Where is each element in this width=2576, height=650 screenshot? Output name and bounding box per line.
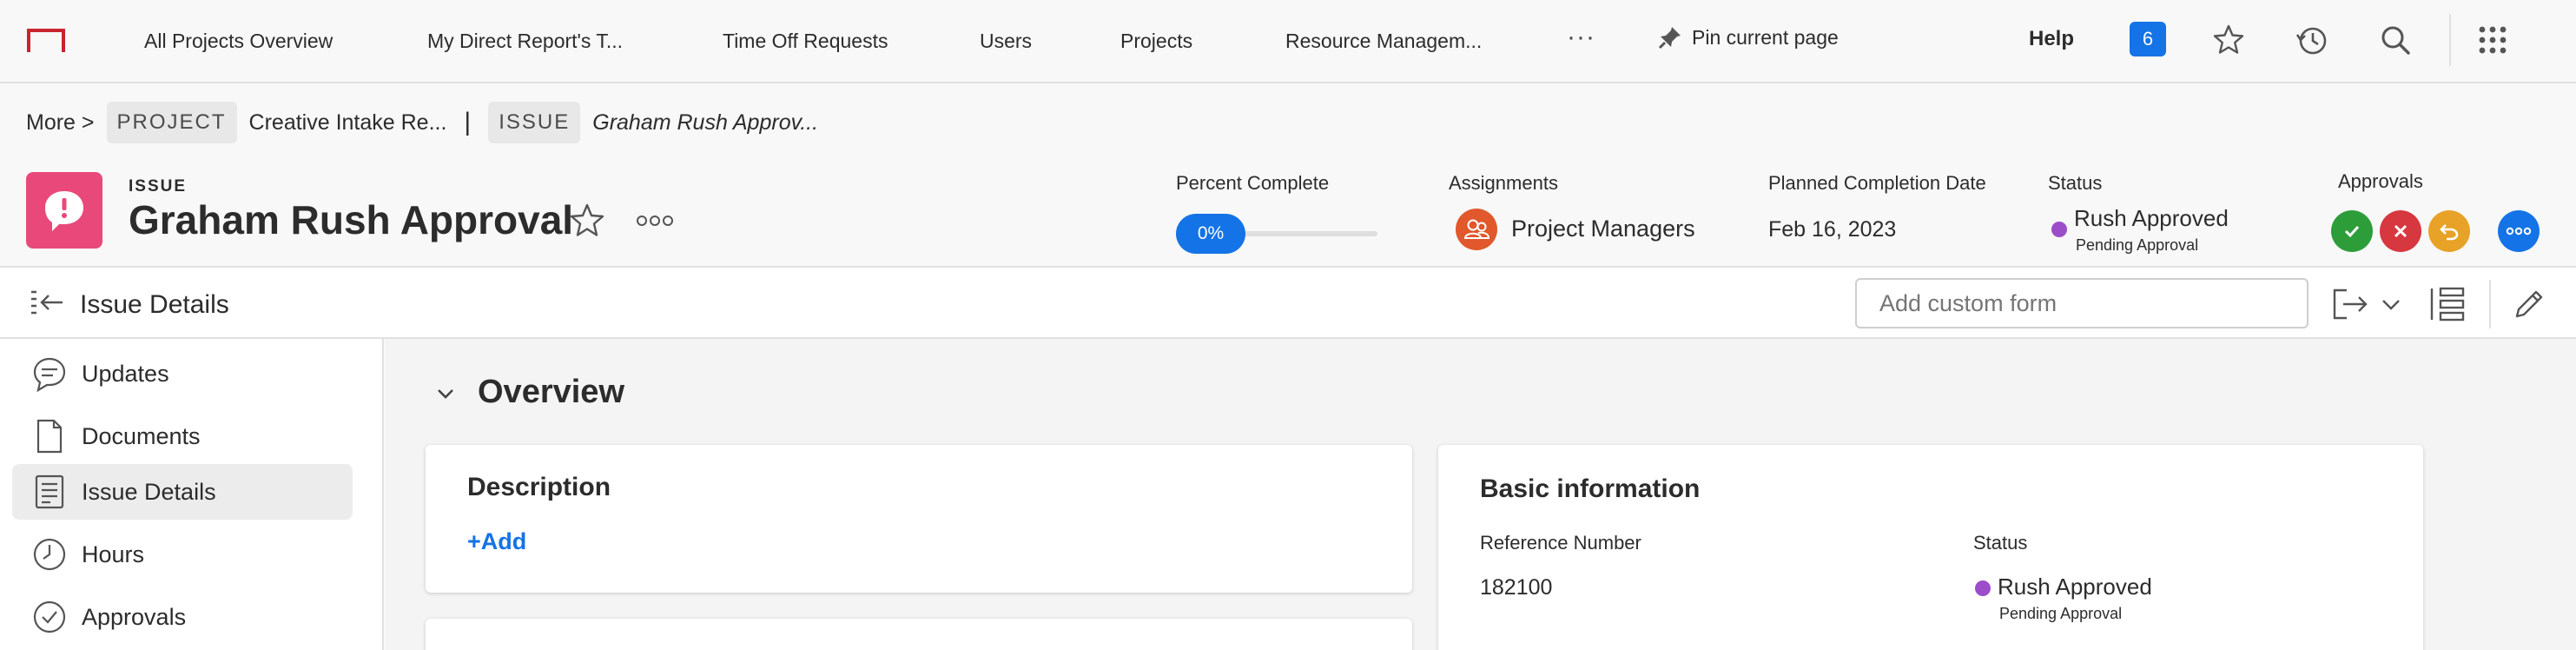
percent-complete-label: Percent Complete	[1176, 172, 1330, 194]
details-toolbar: Issue Details	[0, 266, 2576, 339]
status-label: Status	[2048, 172, 2103, 194]
chevron-down-icon[interactable]	[434, 382, 457, 405]
reference-number-value: 182100	[1480, 575, 1553, 600]
clock-icon	[33, 538, 66, 571]
sidebar-item-updates[interactable]: Updates	[12, 346, 353, 401]
issue-type-badge	[26, 172, 102, 249]
assignments-label: Assignments	[1449, 172, 1558, 194]
reject-button[interactable]	[2380, 210, 2421, 252]
nav-divider	[2449, 14, 2451, 66]
favorite-star-icon[interactable]	[568, 202, 606, 240]
more-icon	[2506, 227, 2532, 235]
nav-more-button[interactable]: ···	[1567, 23, 1595, 52]
percent-complete-value[interactable]: 0%	[1176, 214, 1245, 254]
breadcrumb-current-issue: Graham Rush Approv...	[592, 109, 819, 135]
workfront-logo-icon[interactable]	[26, 28, 66, 54]
details-icon	[35, 474, 64, 509]
info-status-label: Status	[1973, 532, 2028, 554]
check-circle-icon	[33, 600, 66, 633]
status-dot	[2051, 222, 2067, 237]
main-content: Overview Description +Add Basic informat…	[386, 339, 2576, 650]
search-icon[interactable]	[2378, 23, 2413, 57]
breadcrumb-project-link[interactable]: Creative Intake Re...	[249, 110, 447, 136]
approvals-more-button[interactable]	[2498, 210, 2540, 252]
sidebar-item-label: Issue Details	[82, 478, 216, 505]
description-card: Description +Add	[426, 445, 1412, 593]
nav-item-all-projects-overview[interactable]: All Projects Overview	[144, 26, 333, 56]
document-icon	[36, 419, 63, 454]
team-icon	[1463, 219, 1490, 239]
overview-section-title: Overview	[478, 374, 624, 410]
nav-item-direct-reports[interactable]: My Direct Report's T...	[427, 26, 623, 56]
sidebar-item-approvals[interactable]: Approvals	[12, 589, 353, 645]
toolbar-title: Issue Details	[80, 290, 229, 319]
pin-label: Pin current page	[1692, 25, 1839, 49]
custom-form-input[interactable]	[1855, 278, 2308, 328]
nav-item-resource-management[interactable]: Resource Managem...	[1285, 26, 1482, 56]
sidebar-item-documents[interactable]: Documents	[12, 408, 353, 464]
planned-completion-label: Planned Completion Date	[1768, 172, 1986, 194]
nav-item-time-off-requests[interactable]: Time Off Requests	[723, 26, 888, 56]
pin-icon	[1658, 27, 1681, 50]
speech-bubble-icon	[33, 357, 66, 392]
check-icon	[2344, 225, 2360, 238]
undo-icon	[2440, 224, 2459, 241]
breadcrumb-separator: |	[464, 108, 472, 136]
page-title: Graham Rush Approval	[129, 197, 574, 242]
status-value[interactable]: Rush Approved	[2074, 205, 2229, 232]
sidebar-item-hours[interactable]: Hours	[12, 527, 353, 582]
history-icon[interactable]	[2295, 23, 2329, 57]
sidebar-item-label: Updates	[82, 360, 169, 387]
more-options-icon[interactable]	[636, 212, 674, 229]
approve-button[interactable]	[2331, 210, 2373, 252]
sidebar: Updates Documents Issue Details Hours Ap…	[0, 339, 384, 650]
pin-current-page-button[interactable]: Pin current page	[1657, 24, 1839, 50]
recall-button[interactable]	[2428, 210, 2470, 252]
info-status-sub-label: Pending Approval	[1999, 605, 2123, 622]
add-description-link[interactable]: +Add	[467, 528, 526, 555]
collapse-panel-icon[interactable]	[30, 287, 66, 322]
close-icon	[2394, 224, 2408, 238]
notification-badge[interactable]: 6	[2130, 22, 2166, 56]
star-icon[interactable]	[2211, 23, 2246, 57]
team-avatar	[1456, 209, 1497, 250]
breadcrumb-project-chip: PROJECT	[106, 102, 237, 143]
next-card	[426, 619, 1412, 650]
nav-item-projects[interactable]: Projects	[1120, 26, 1192, 56]
help-button[interactable]: Help	[2029, 27, 2074, 51]
sidebar-item-issue-details[interactable]: Issue Details	[12, 464, 353, 520]
issue-kind-label: ISSUE	[129, 177, 188, 196]
layout-list-icon[interactable]	[2428, 285, 2467, 323]
approvals-label: Approvals	[2338, 170, 2423, 192]
info-status-value[interactable]: Rush Approved	[1998, 574, 2152, 600]
top-navigation-bar: All Projects Overview My Direct Report's…	[0, 0, 2576, 83]
app-grid-icon[interactable]	[2475, 23, 2510, 57]
basic-information-card: Basic information Reference Number 18210…	[1438, 445, 2423, 650]
description-title: Description	[467, 473, 611, 501]
toolbar-divider	[2489, 280, 2491, 328]
issue-alert-icon	[45, 191, 83, 231]
chevron-down-icon[interactable]	[2378, 285, 2404, 323]
share-export-icon[interactable]	[2331, 285, 2369, 323]
edit-pencil-icon[interactable]	[2510, 285, 2548, 323]
breadcrumb-more[interactable]: More >	[26, 110, 95, 136]
sidebar-item-label: Documents	[82, 422, 201, 449]
nav-item-users[interactable]: Users	[980, 26, 1032, 56]
info-status-dot	[1975, 580, 1991, 596]
breadcrumb-issue-chip: ISSUE	[488, 102, 581, 143]
status-sub-label: Pending Approval	[2076, 236, 2199, 254]
sidebar-item-label: Approvals	[82, 603, 187, 630]
assignee-name[interactable]: Project Managers	[1511, 216, 1695, 242]
basic-information-title: Basic information	[1480, 474, 1701, 503]
reference-number-label: Reference Number	[1480, 532, 1641, 554]
sidebar-item-label: Hours	[82, 541, 145, 567]
breadcrumb: More > PROJECT Creative Intake Re... | I…	[26, 99, 818, 146]
planned-completion-value[interactable]: Feb 16, 2023	[1768, 217, 1896, 242]
